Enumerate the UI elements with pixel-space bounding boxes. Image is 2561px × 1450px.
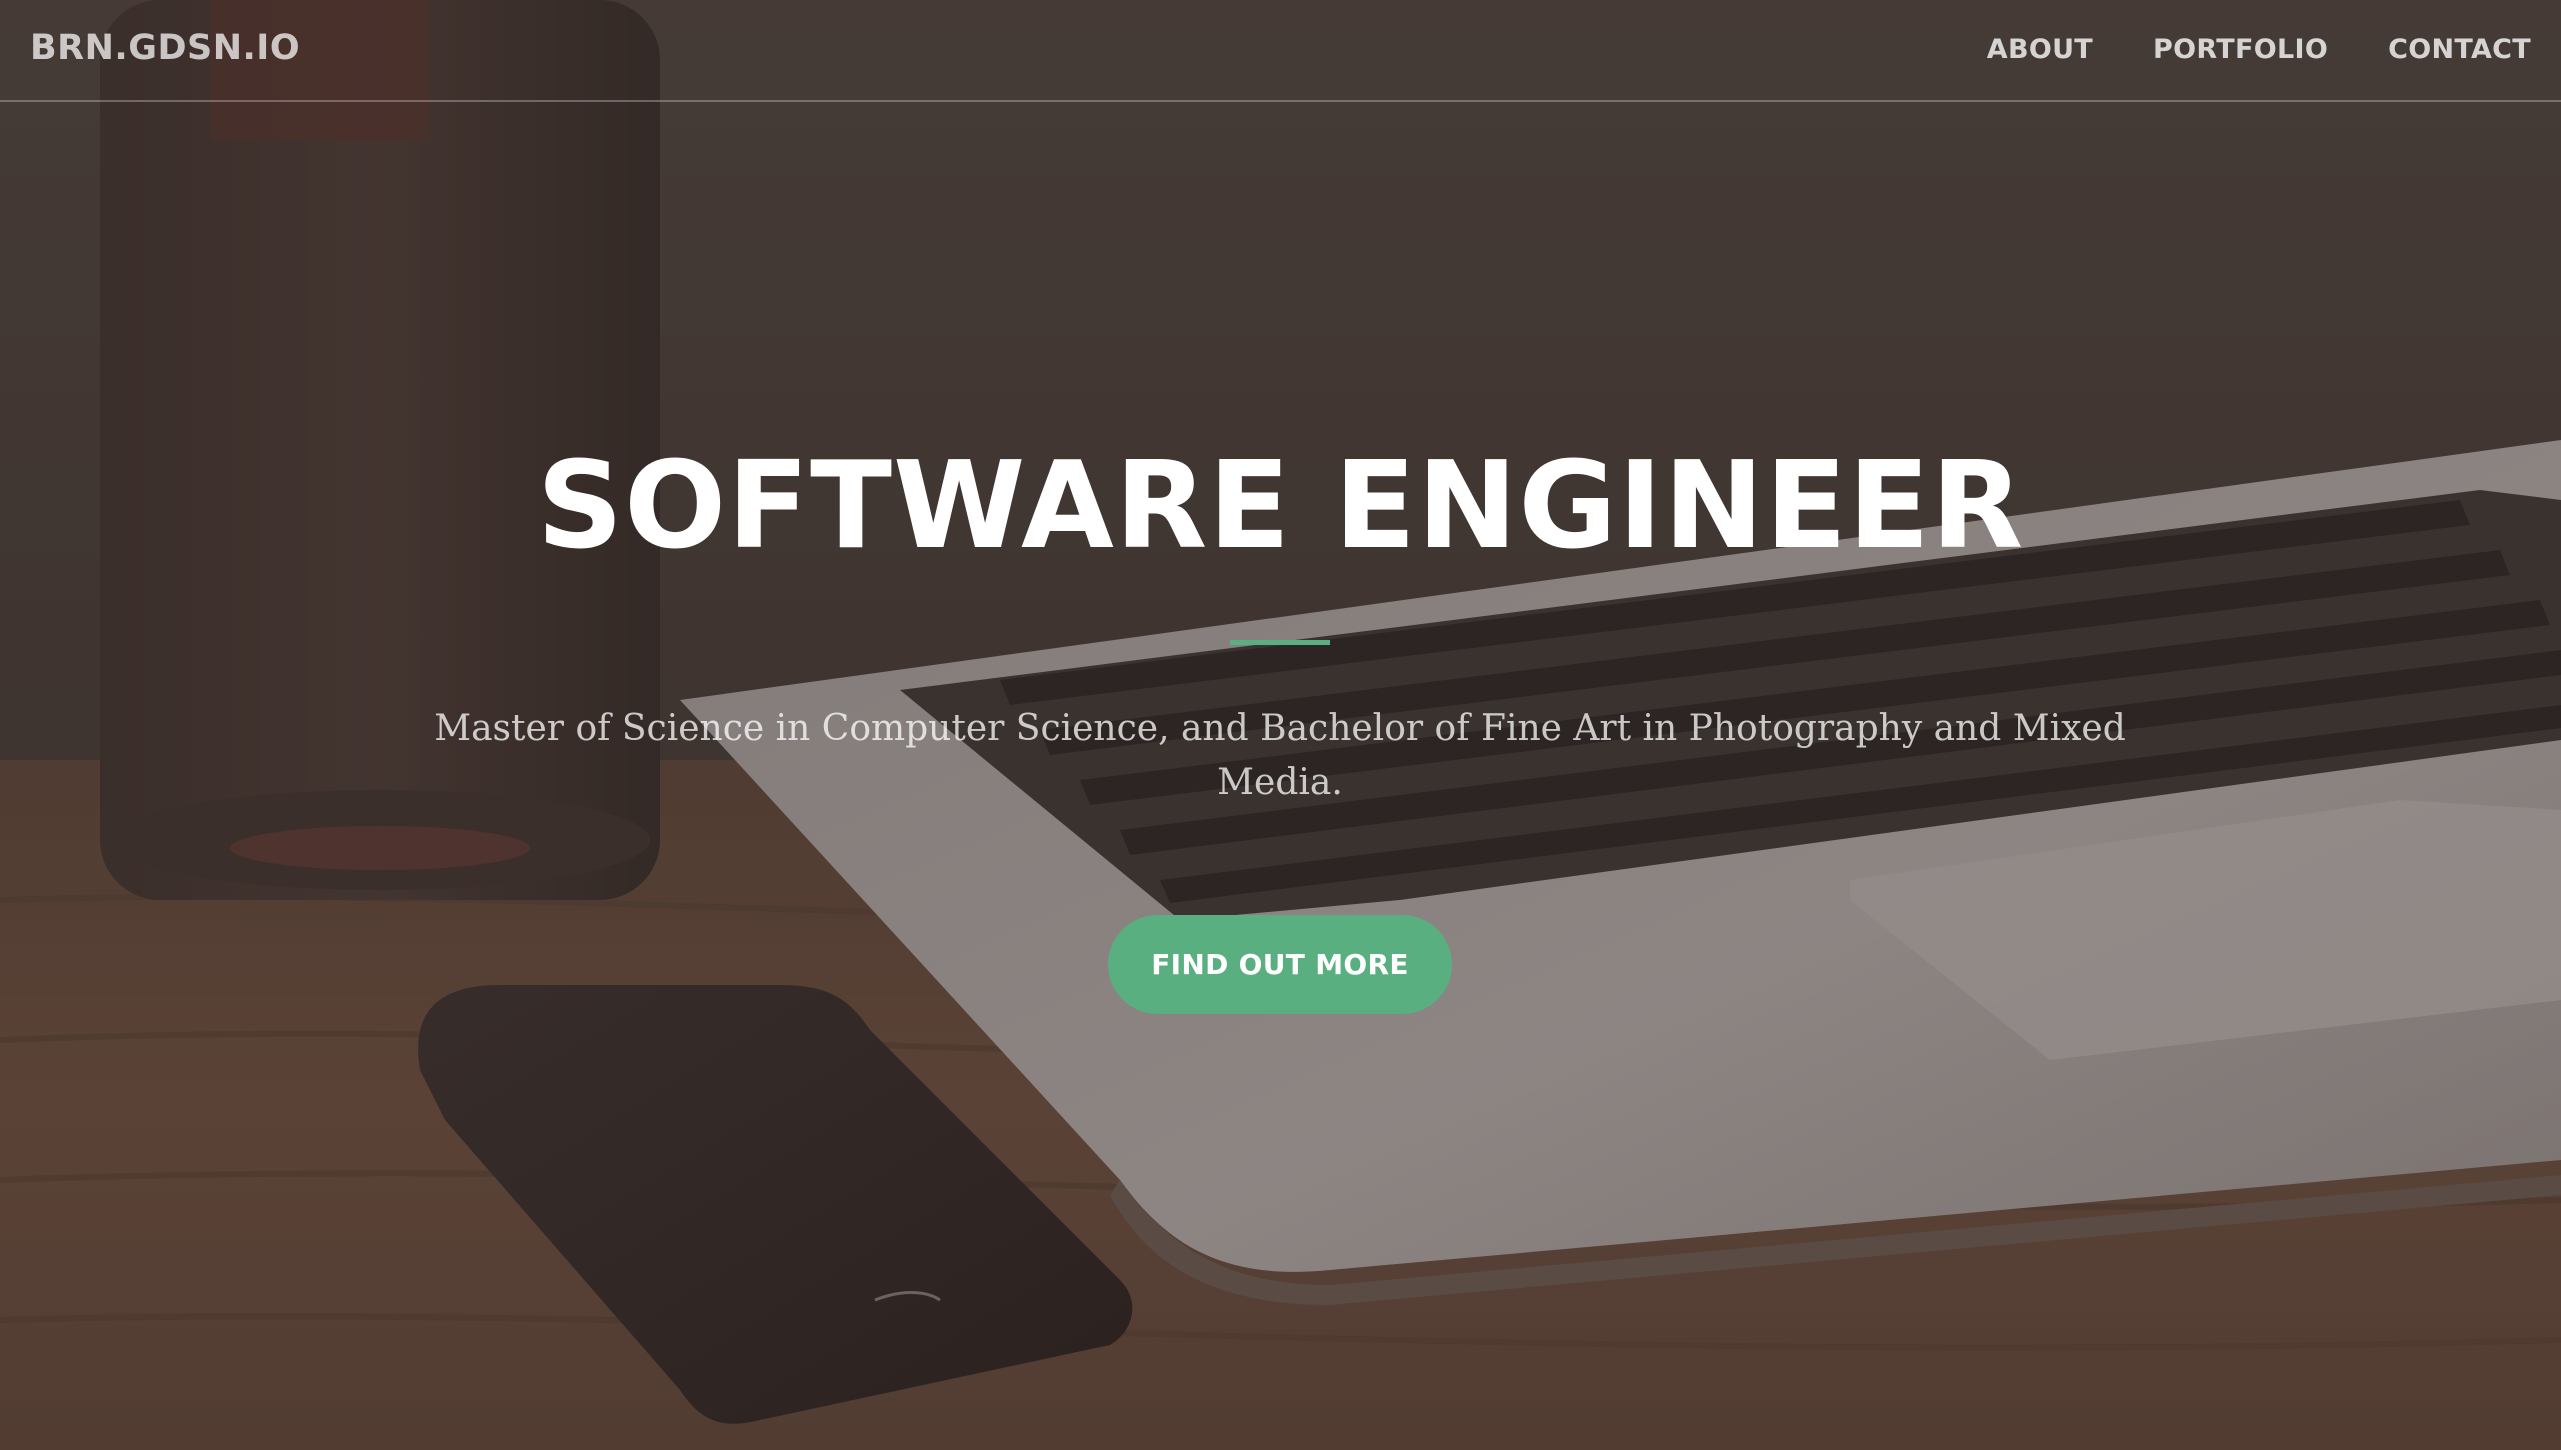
nav-link-portfolio[interactable]: PORTFOLIO (2153, 34, 2328, 65)
find-out-more-button[interactable]: FIND OUT MORE (1108, 915, 1452, 1014)
top-navbar: BRN.GDSN.IO ABOUT PORTFOLIO CONTACT (0, 0, 2561, 102)
nav-links: ABOUT PORTFOLIO CONTACT (1987, 34, 2531, 65)
brand-logo-link[interactable]: BRN.GDSN.IO (30, 28, 300, 68)
hero-title: SOFTWARE ENGINEER (536, 437, 2025, 576)
accent-divider (1230, 640, 1330, 645)
nav-link-about[interactable]: ABOUT (1987, 34, 2093, 65)
hero-section: BRN.GDSN.IO ABOUT PORTFOLIO CONTACT SOFT… (0, 0, 2561, 1450)
nav-link-contact[interactable]: CONTACT (2388, 34, 2531, 65)
hero-subtitle: Master of Science in Computer Science, a… (434, 708, 2126, 803)
